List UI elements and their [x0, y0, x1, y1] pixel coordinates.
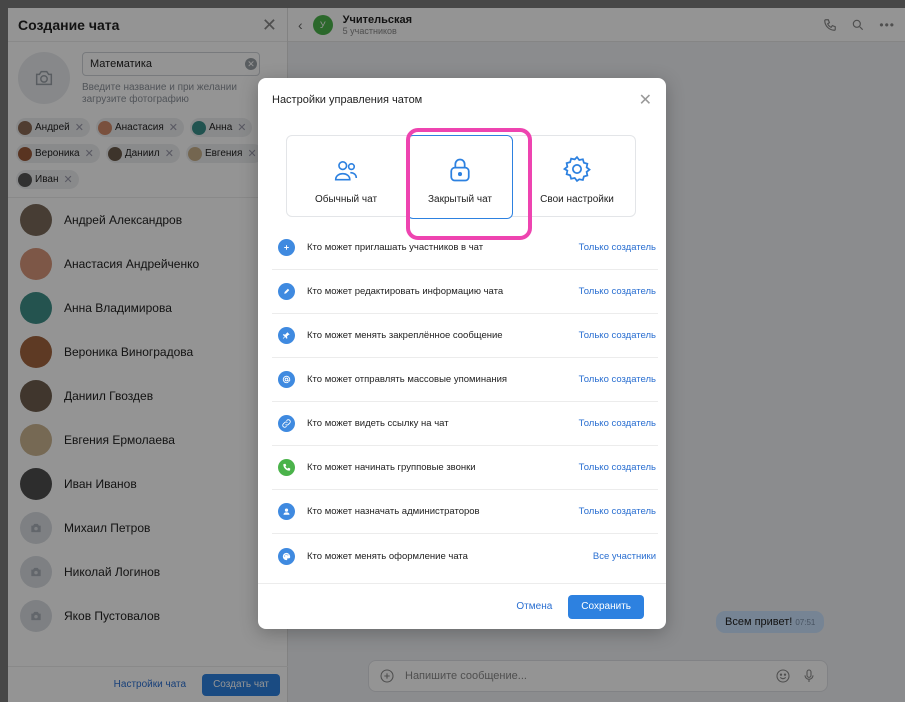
permission-row[interactable]: Кто может назначать администраторов Тольк…	[272, 490, 658, 534]
permission-label: Кто может назначать администраторов	[307, 506, 480, 517]
cancel-button[interactable]: Отмена	[516, 601, 552, 612]
at-icon	[278, 371, 295, 388]
chat-type-label: Свои настройки	[540, 194, 614, 205]
users-icon	[334, 160, 358, 181]
close-icon[interactable]: ✕	[639, 90, 652, 110]
permission-row[interactable]: Кто может отправлять массовые упоминания…	[272, 358, 658, 402]
modal-title: Настройки управления чатом	[272, 94, 423, 106]
modal-header: Настройки управления чатом ✕	[258, 78, 666, 122]
modal-footer: Отмена Сохранить	[258, 583, 666, 629]
permission-label: Кто может редактировать информацию чата	[307, 286, 504, 297]
permission-value[interactable]: Только создатель	[579, 286, 656, 297]
permission-value[interactable]: Только создатель	[579, 506, 656, 517]
permission-settings-list: Кто может приглашать участников в чат Тол…	[272, 226, 658, 578]
permission-row[interactable]: Кто может менять оформление чата Все учас…	[272, 534, 658, 578]
permission-value[interactable]: Только создатель	[579, 418, 656, 429]
pencil-icon	[278, 283, 295, 300]
gear-icon	[562, 155, 591, 183]
highlight-frame	[406, 128, 532, 240]
chat-settings-modal: Настройки управления чатом ✕ Обычный чат…	[258, 78, 666, 629]
permission-row[interactable]: Кто может приглашать участников в чат Тол…	[272, 226, 658, 270]
permission-row[interactable]: Кто может видеть ссылку на чат Только соз…	[272, 402, 658, 446]
chat-type-custom[interactable]: Свои настройки	[517, 136, 637, 218]
permission-row[interactable]: Кто может редактировать информацию чата Т…	[272, 270, 658, 314]
save-button[interactable]: Сохранить	[568, 594, 644, 619]
phone-icon	[278, 459, 295, 476]
chat-type-regular[interactable]: Обычный чат	[287, 136, 405, 218]
permission-label: Кто может приглашать участников в чат	[307, 242, 484, 253]
plus-icon	[278, 239, 295, 256]
palette-icon	[278, 547, 295, 565]
permission-label: Кто может начинать групповые звонки	[307, 462, 476, 473]
permission-label: Кто может менять оформление чата	[307, 550, 468, 562]
permission-value[interactable]: Только создатель	[579, 242, 656, 253]
permission-value[interactable]: Все участники	[593, 551, 656, 562]
permission-row[interactable]: Кто может менять закреплённое сообщение Т…	[272, 314, 658, 358]
user-icon	[278, 503, 295, 520]
pin-icon	[278, 327, 295, 344]
permission-label: Кто может менять закреплённое сообщение	[307, 330, 503, 341]
link-icon	[278, 415, 295, 432]
permission-label: Кто может видеть ссылку на чат	[307, 418, 449, 429]
permission-label: Кто может отправлять массовые упоминания	[307, 374, 508, 385]
chat-type-label: Обычный чат	[314, 194, 378, 205]
permission-value[interactable]: Только создатель	[579, 462, 656, 473]
permission-row[interactable]: Кто может начинать групповые звонки Тольк…	[272, 446, 658, 490]
permission-value[interactable]: Только создатель	[579, 374, 656, 385]
permission-value[interactable]: Только создатель	[579, 330, 656, 341]
